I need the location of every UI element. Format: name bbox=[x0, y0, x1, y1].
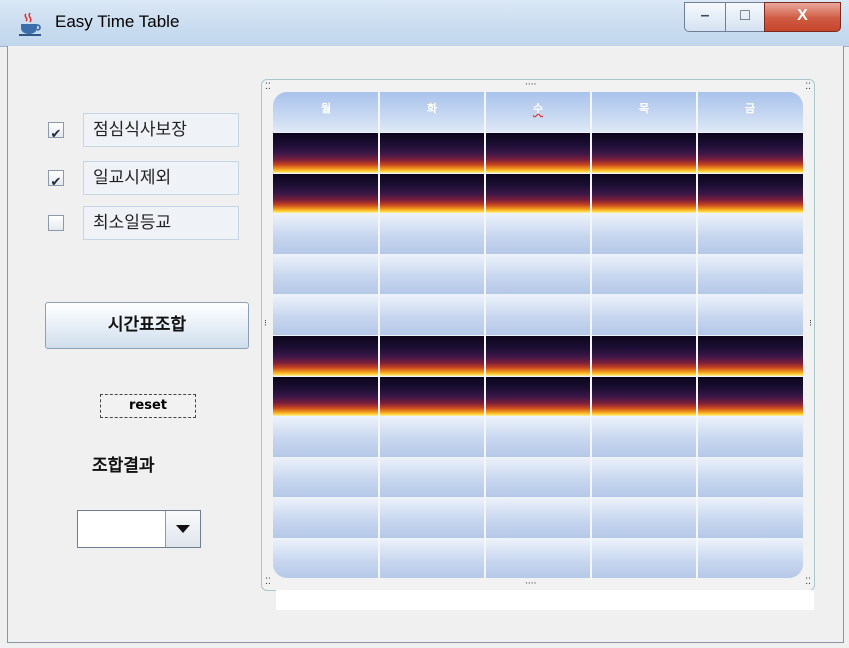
column-divider bbox=[590, 92, 592, 578]
option-label: 최소일등교 bbox=[83, 206, 239, 240]
title-bar[interactable]: Easy Time Table – □ X bbox=[0, 0, 849, 47]
row-divider bbox=[273, 294, 803, 296]
row-divider bbox=[273, 456, 803, 458]
row-divider bbox=[273, 375, 803, 377]
row-divider bbox=[273, 213, 803, 215]
resize-handle-icon[interactable]: ⁚⁚ bbox=[805, 83, 811, 92]
checkbox[interactable]: ✔ bbox=[48, 170, 64, 190]
day-header-mon: 월 bbox=[320, 102, 332, 115]
resize-handle-icon[interactable]: ···· bbox=[525, 580, 536, 589]
timetable-row-occupied bbox=[273, 172, 803, 214]
column-divider bbox=[696, 92, 698, 578]
timetable-row-empty bbox=[273, 253, 803, 295]
resize-handle-icon[interactable]: ···· bbox=[525, 81, 536, 90]
resize-handle-icon[interactable]: ⁝ bbox=[809, 320, 812, 329]
chevron-down-icon bbox=[176, 525, 190, 533]
timetable-row-empty bbox=[273, 416, 803, 457]
timetable-footer bbox=[276, 590, 814, 610]
checkbox[interactable] bbox=[48, 215, 64, 231]
row-divider bbox=[273, 253, 803, 255]
timetable-row-empty bbox=[273, 213, 803, 254]
option-lunch-guarantee[interactable]: ✔ 점심식사보장 bbox=[46, 113, 246, 147]
result-label: 조합결과 bbox=[92, 456, 155, 476]
row-divider bbox=[273, 172, 803, 174]
timetable-row-occupied bbox=[273, 375, 803, 417]
day-header-tue: 화 bbox=[426, 102, 438, 115]
result-combo[interactable] bbox=[77, 510, 201, 548]
dropdown-button[interactable] bbox=[165, 511, 200, 547]
option-label: 일교시제외 bbox=[83, 161, 239, 195]
timetable-header: 월 화 수 목 금 bbox=[273, 92, 803, 132]
timetable-row-empty bbox=[273, 538, 803, 578]
maximize-icon: □ bbox=[740, 7, 750, 24]
resize-handle-icon[interactable]: ⁚⁚ bbox=[265, 83, 271, 92]
day-header-wed: 수 bbox=[532, 102, 544, 115]
option-exclude-first-period[interactable]: ✔ 일교시제외 bbox=[46, 161, 246, 195]
row-divider bbox=[273, 538, 803, 539]
check-icon: ✔ bbox=[50, 127, 62, 142]
option-minimum-days[interactable]: 최소일등교 bbox=[46, 206, 246, 240]
minimize-icon: – bbox=[700, 7, 710, 24]
checkbox[interactable]: ✔ bbox=[48, 122, 64, 142]
row-divider bbox=[273, 132, 803, 133]
close-button[interactable]: X bbox=[764, 2, 841, 32]
timetable-row-occupied bbox=[273, 132, 803, 173]
resize-handle-icon[interactable]: ⁚⁚ bbox=[265, 578, 271, 587]
day-header-fri: 금 bbox=[744, 102, 756, 115]
minimize-button[interactable]: – bbox=[684, 2, 726, 32]
day-header-thu: 목 bbox=[638, 102, 650, 115]
row-divider bbox=[273, 335, 803, 336]
column-divider bbox=[484, 92, 486, 578]
timetable-row-occupied bbox=[273, 335, 803, 376]
option-label: 점심식사보장 bbox=[83, 113, 239, 147]
close-icon: X bbox=[797, 7, 808, 24]
timetable-row-empty bbox=[273, 497, 803, 538]
check-icon: ✔ bbox=[50, 175, 62, 190]
resize-handle-icon[interactable]: ⁝ bbox=[264, 320, 267, 329]
column-divider bbox=[378, 92, 380, 578]
timetable-row-empty bbox=[273, 294, 803, 335]
combine-timetable-button[interactable]: 시간표조합 bbox=[45, 302, 249, 349]
reset-button[interactable]: reset bbox=[100, 394, 196, 418]
row-divider bbox=[273, 416, 803, 418]
window-title: Easy Time Table bbox=[55, 12, 180, 31]
java-cup-icon bbox=[19, 12, 41, 36]
resize-handle-icon[interactable]: ⁚⁚ bbox=[805, 578, 811, 587]
row-divider bbox=[273, 497, 803, 499]
maximize-button[interactable]: □ bbox=[725, 2, 765, 32]
timetable-row-empty bbox=[273, 456, 803, 498]
timetable-grid: 월 화 수 목 금 bbox=[273, 92, 803, 578]
